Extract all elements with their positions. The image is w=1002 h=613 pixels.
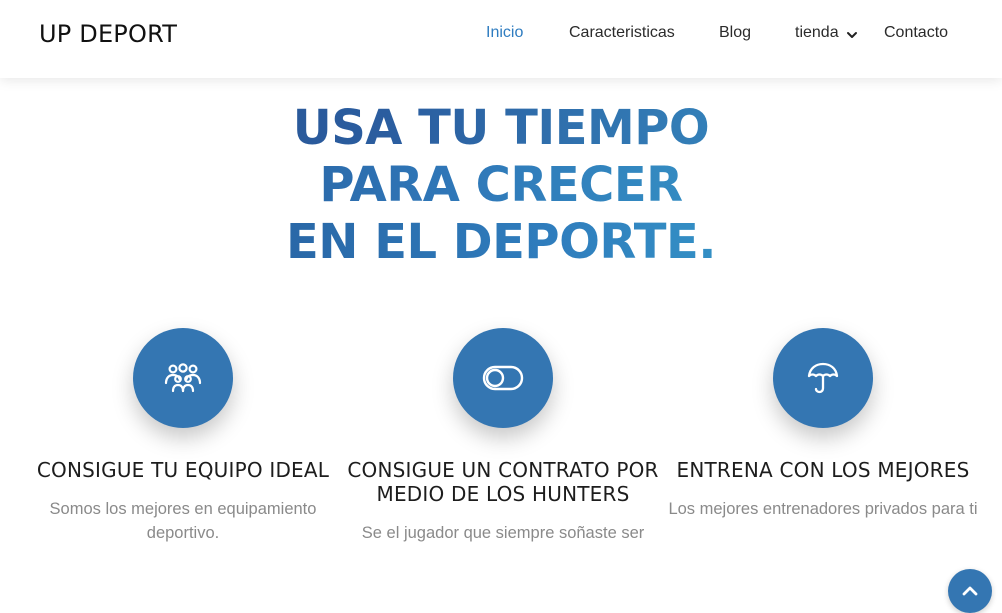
scroll-to-top-button[interactable] — [948, 569, 992, 613]
feature-icon-circle — [773, 328, 873, 428]
feature-text: Somos los mejores en equipamiento deport… — [49, 500, 317, 542]
hero-heading: USA TU TIEMPO PARA CRECER EN EL DEPORTE. — [0, 100, 1002, 271]
feature-icon-circle — [133, 328, 233, 428]
nav-item-blog[interactable]: Blog — [719, 24, 751, 42]
chevron-down-icon[interactable] — [846, 30, 858, 40]
feature-text: Se el jugador que siempre soñaste ser — [361, 524, 645, 542]
feature-icon-circle — [453, 328, 553, 428]
feature-title: CONSIGUE TU EQUIPO IDEAL — [36, 458, 330, 482]
umbrella-icon — [807, 362, 839, 394]
site-logo[interactable]: UP DEPORT — [39, 20, 177, 48]
hero-line-2: PARA CRECER — [0, 157, 1002, 214]
nav-item-contacto[interactable]: Contacto — [884, 24, 948, 42]
feature-title: CONSIGUE UN CONTRATO POR MEDIO DE LOS HU… — [347, 458, 659, 506]
hero-line-3: EN EL DEPORTE. — [0, 214, 1002, 271]
feature-text: Los mejores entrenadores privados para t… — [668, 500, 978, 518]
hero-line-1: USA TU TIEMPO — [0, 100, 1002, 157]
toggle-icon — [482, 365, 524, 391]
feature-title: ENTRENA CON LOS MEJORES — [676, 458, 970, 482]
navbar: UP DEPORT Inicio Caracteristicas Blog ti… — [0, 0, 1002, 78]
nav-item-caracteristicas[interactable]: Caracteristicas — [569, 24, 675, 42]
nav-item-inicio[interactable]: Inicio — [486, 24, 523, 42]
chevron-up-icon — [962, 586, 978, 596]
nav-item-tienda[interactable]: tienda — [795, 24, 839, 42]
team-icon — [164, 363, 202, 393]
